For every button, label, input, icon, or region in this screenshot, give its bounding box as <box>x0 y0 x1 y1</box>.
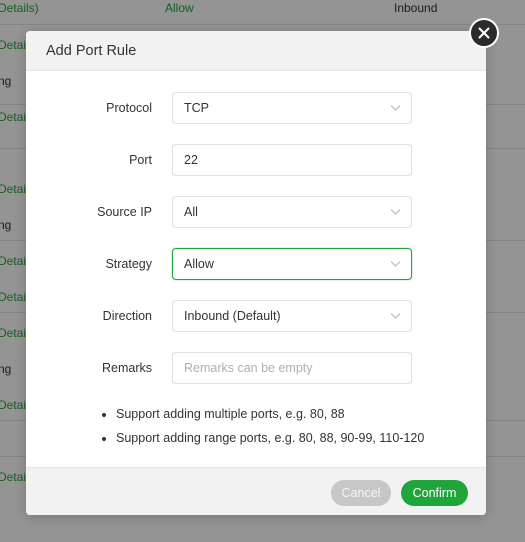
chevron-down-icon <box>390 209 401 215</box>
source-ip-label: Source IP <box>97 205 152 219</box>
chevron-down-icon <box>390 105 401 111</box>
help-notes: Support adding multiple ports, e.g. 80, … <box>103 402 424 450</box>
source-ip-value: All <box>184 205 198 219</box>
dialog-footer: Cancel Confirm <box>26 467 486 515</box>
protocol-row: Protocol TCP <box>26 92 486 124</box>
close-icon <box>478 27 490 39</box>
cancel-button[interactable]: Cancel <box>331 480 391 506</box>
chevron-down-icon <box>390 261 401 267</box>
protocol-label: Protocol <box>106 101 152 115</box>
remarks-input[interactable]: Remarks can be empty <box>172 352 412 384</box>
dialog-title: Add Port Rule <box>46 42 137 59</box>
source-ip-row: Source IP All <box>26 196 486 228</box>
dialog-header: Add Port Rule <box>26 31 486 71</box>
remarks-placeholder: Remarks can be empty <box>184 361 313 375</box>
add-port-rule-dialog: Add Port Rule Protocol TCP Port 22 Sourc… <box>26 31 486 515</box>
remarks-label: Remarks <box>101 361 152 375</box>
remarks-row: Remarks Remarks can be empty <box>26 352 486 384</box>
direction-label: Direction <box>102 309 152 323</box>
direction-select[interactable]: Inbound (Default) <box>172 300 412 332</box>
strategy-value: Allow <box>184 257 214 271</box>
port-input[interactable]: 22 <box>172 144 412 176</box>
note-item: Support adding range ports, e.g. 80, 88,… <box>116 426 424 450</box>
port-row: Port 22 <box>26 144 486 176</box>
source-ip-select[interactable]: All <box>172 196 412 228</box>
port-value: 22 <box>184 153 198 167</box>
confirm-button[interactable]: Confirm <box>401 480 468 506</box>
protocol-value: TCP <box>184 101 209 115</box>
port-label: Port <box>129 153 152 167</box>
strategy-select[interactable]: Allow <box>172 248 412 280</box>
chevron-down-icon <box>390 313 401 319</box>
strategy-label: Strategy <box>105 257 152 271</box>
strategy-row: Strategy Allow <box>26 248 486 280</box>
direction-value: Inbound (Default) <box>184 309 281 323</box>
close-button[interactable] <box>469 18 499 48</box>
direction-row: Direction Inbound (Default) <box>26 300 486 332</box>
note-item: Support adding multiple ports, e.g. 80, … <box>116 402 424 426</box>
protocol-select[interactable]: TCP <box>172 92 412 124</box>
